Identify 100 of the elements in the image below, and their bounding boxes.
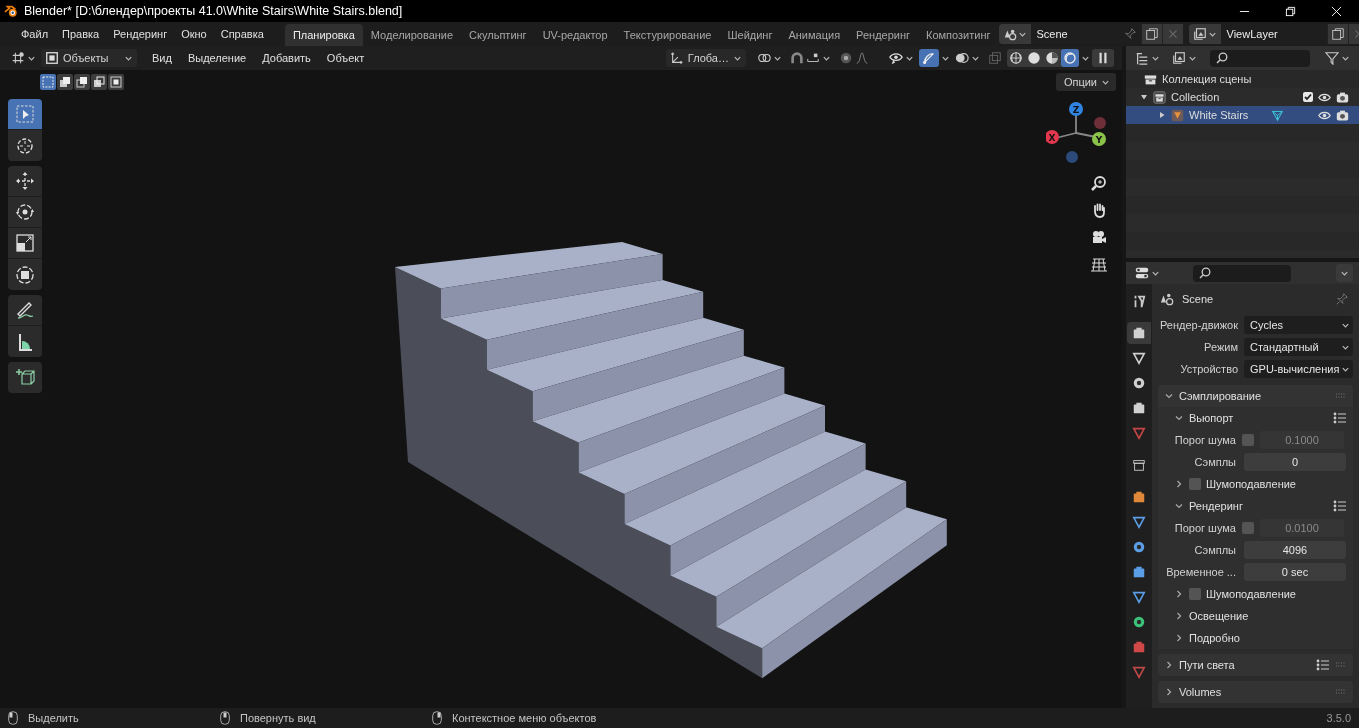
gizmo-toggle[interactable] <box>919 49 939 67</box>
menu-item[interactable]: Справка <box>213 24 271 44</box>
select-mode-button[interactable] <box>91 74 107 90</box>
panel-title[interactable]: Пути света <box>1179 659 1235 671</box>
number-field[interactable]: 0 <box>1244 453 1346 471</box>
subpanel-title[interactable]: Рендеринг <box>1189 500 1243 512</box>
menu-item[interactable]: Рендеринг <box>106 24 175 44</box>
drag-handle-icon[interactable] <box>1335 689 1347 695</box>
scene-collection-label[interactable]: Коллекция сцены <box>1162 73 1252 85</box>
search-field[interactable] <box>1210 49 1310 67</box>
checkbox[interactable] <box>1242 434 1254 446</box>
view-layer-type-button[interactable] <box>1188 24 1221 44</box>
orientation-dropdown[interactable]: Глоба… <box>665 49 746 67</box>
dropdown[interactable]: Стандартный <box>1244 338 1353 356</box>
chevron-right-icon[interactable] <box>1174 633 1184 643</box>
tool-button[interactable] <box>8 295 42 326</box>
list-icon[interactable] <box>1316 659 1330 671</box>
chevron-right-icon[interactable] <box>1174 589 1184 599</box>
chevron-down-icon[interactable] <box>1174 413 1184 423</box>
select-mode-button[interactable] <box>74 74 90 90</box>
shading-button[interactable] <box>1043 49 1061 67</box>
pause-button[interactable] <box>1092 49 1114 67</box>
pin-icon[interactable] <box>1122 27 1137 41</box>
dropdown[interactable]: Cycles <box>1244 316 1353 334</box>
checkbox[interactable] <box>1242 522 1254 534</box>
tool-button[interactable] <box>8 259 42 290</box>
dropdown[interactable]: GPU-вычисления <box>1244 360 1353 378</box>
property-label: Сэмплы <box>1193 456 1236 468</box>
number-field[interactable]: 0.1000 <box>1260 431 1344 449</box>
workspace-tab[interactable]: Планировка <box>284 24 363 46</box>
panel-title[interactable]: Volumes <box>1179 686 1222 698</box>
subpanel-title[interactable]: Вьюпорт <box>1189 412 1234 424</box>
cursor-icon <box>15 135 35 156</box>
select-mode-button[interactable] <box>57 74 73 90</box>
shading-button[interactable] <box>1007 49 1025 67</box>
subpanel-title[interactable]: Освещение <box>1189 610 1249 622</box>
workspace-tab[interactable]: Анимация <box>780 24 849 46</box>
tool-button[interactable] <box>8 166 42 197</box>
outliner-row[interactable]: White Stairs <box>1126 106 1359 124</box>
triangle-down-icon[interactable] <box>1140 93 1148 101</box>
menu-item[interactable]: Объект <box>319 48 372 68</box>
triangle-right-icon[interactable] <box>1158 111 1166 119</box>
drag-handle-icon[interactable] <box>1335 393 1347 399</box>
select-mode-button[interactable] <box>108 74 124 90</box>
mode-dropdown[interactable]: Объекты <box>41 49 137 67</box>
options-dropdown[interactable] <box>1336 264 1353 282</box>
copy-button[interactable] <box>1140 24 1162 44</box>
chevron-right-icon[interactable] <box>1164 687 1174 697</box>
tool-button[interactable] <box>8 326 42 357</box>
workspace-tab[interactable]: Композитинг <box>918 24 999 46</box>
drag-handle-icon[interactable] <box>1335 662 1347 668</box>
chevron-right-icon[interactable] <box>1164 660 1174 670</box>
list-icon[interactable] <box>1333 412 1347 424</box>
number-field[interactable]: 0.0100 <box>1260 519 1344 537</box>
tool-button[interactable] <box>8 197 42 228</box>
copy-button[interactable] <box>1326 24 1348 44</box>
checkbox[interactable] <box>1189 588 1201 600</box>
workspace-tab[interactable]: Текстурирование <box>615 24 720 46</box>
menu-item[interactable]: Окно <box>174 24 214 44</box>
workspace-tab[interactable]: Скульптинг <box>461 24 535 46</box>
checkbox[interactable] <box>1189 478 1201 490</box>
shading-button[interactable] <box>1025 49 1043 67</box>
mesh-data-icon[interactable] <box>1271 108 1285 122</box>
subpanel-title[interactable]: Шумоподавление <box>1206 478 1296 490</box>
search-field[interactable] <box>1193 264 1291 282</box>
scene-type-button[interactable] <box>998 24 1031 44</box>
shading-button[interactable] <box>1061 49 1079 67</box>
tool-button[interactable] <box>8 228 42 259</box>
menu-item[interactable]: Добавить <box>255 48 318 68</box>
axis-gizmo[interactable]: X Y Z <box>1046 101 1110 169</box>
workspace-tab[interactable]: Рендеринг <box>848 24 919 46</box>
scene-name-field[interactable]: Scene <box>1030 24 1141 44</box>
collection-icon <box>1153 90 1166 104</box>
menu-item[interactable]: Правка <box>55 24 107 44</box>
number-field[interactable]: 4096 <box>1244 541 1346 559</box>
checkbox[interactable] <box>1303 92 1313 102</box>
workspace-tab[interactable]: Шейдинг <box>719 24 781 46</box>
tool-button[interactable] <box>8 362 42 393</box>
subpanel-title[interactable]: Подробно <box>1189 632 1240 644</box>
property-label: Сэмплы <box>1193 544 1236 556</box>
view-layer-name-field[interactable]: ViewLayer <box>1220 24 1327 44</box>
list-icon[interactable] <box>1333 500 1347 512</box>
workspace-tab[interactable]: UV-редактор <box>534 24 616 46</box>
chevron-down-icon[interactable] <box>1164 391 1174 401</box>
menu-item[interactable]: Выделение <box>180 48 254 68</box>
options-dropdown[interactable]: Опции <box>1055 73 1116 91</box>
pin-icon[interactable] <box>1335 292 1349 306</box>
chevron-right-icon[interactable] <box>1174 611 1184 621</box>
chevron-right-icon[interactable] <box>1174 479 1184 489</box>
menu-item[interactable]: Вид <box>145 48 179 68</box>
properties-tab[interactable] <box>1127 322 1151 344</box>
workspace-tab[interactable]: Моделирование <box>362 24 462 46</box>
subpanel-title[interactable]: Шумоподавление <box>1206 588 1296 600</box>
tool-icon <box>1132 294 1146 308</box>
menu-item[interactable]: Файл <box>14 24 56 44</box>
number-field[interactable]: 0 sec <box>1244 563 1346 581</box>
panel-title[interactable]: Сэмплирование <box>1179 390 1262 402</box>
chevron-down-icon[interactable] <box>1174 501 1184 511</box>
tool-button[interactable] <box>8 99 42 130</box>
tool-button[interactable] <box>8 130 42 161</box>
